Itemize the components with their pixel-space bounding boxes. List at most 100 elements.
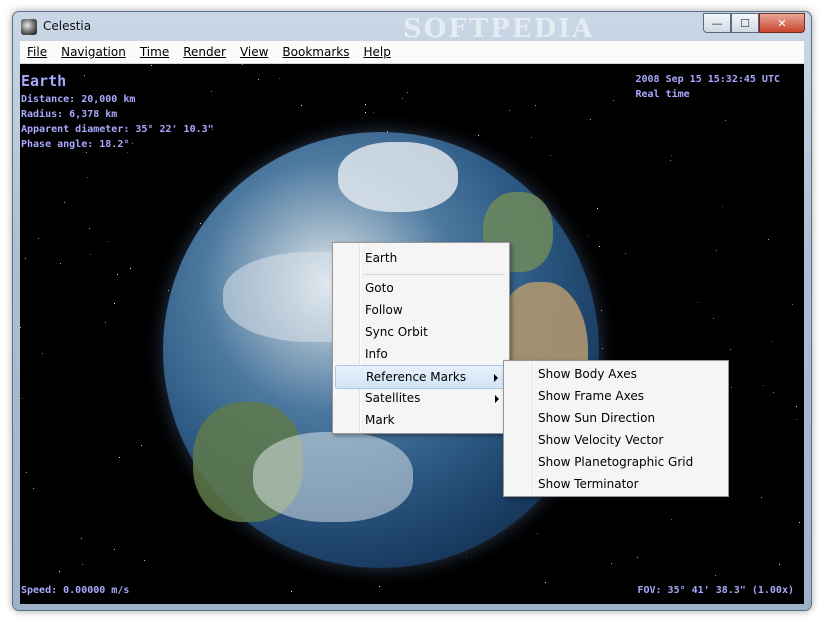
star [242, 64, 243, 65]
star [611, 563, 612, 564]
star [38, 238, 39, 239]
star [716, 250, 717, 251]
ctx-item-earth[interactable]: Earth [335, 247, 507, 269]
ctx-label: Reference Marks [366, 370, 467, 384]
menu-render[interactable]: Render [176, 45, 233, 59]
close-button[interactable]: ✕ [759, 13, 805, 33]
menu-navigation-label: Navigation [61, 45, 126, 59]
maximize-button[interactable]: ☐ [731, 13, 759, 33]
star [730, 349, 731, 350]
menu-help-label: Help [363, 45, 391, 59]
context-menu: Earth Goto Follow Sync Orbit Info Refere… [332, 242, 510, 434]
star [625, 253, 626, 254]
sub-item-terminator[interactable]: Show Terminator [506, 473, 726, 495]
star [545, 582, 546, 583]
star [799, 522, 800, 523]
menu-view-label: View [239, 45, 269, 59]
star [105, 322, 106, 323]
menu-view[interactable]: View [233, 45, 275, 59]
sub-label: Show Terminator [538, 477, 639, 491]
ctx-item-info[interactable]: Info [335, 343, 507, 365]
celestia-window: Celestia SOFTPEDIA — ☐ ✕ File Navigation… [12, 11, 812, 611]
star [792, 304, 793, 305]
sub-item-body-axes[interactable]: Show Body Axes [506, 363, 726, 385]
star [22, 398, 23, 399]
menu-navigation[interactable]: Navigation [54, 45, 133, 59]
star [773, 392, 774, 393]
menu-render-label: Render [183, 45, 226, 59]
hud-apparent-diameter: Apparent diameter: 35° 22' 10.3" [21, 124, 214, 135]
star [509, 110, 510, 111]
sub-label: Show Velocity Vector [538, 433, 664, 447]
ctx-label: Info [365, 347, 388, 361]
star [87, 177, 88, 178]
star [602, 348, 603, 349]
star [796, 419, 797, 420]
ctx-item-satellites[interactable]: Satellites [335, 387, 507, 409]
submenu-arrow-icon [495, 395, 499, 403]
ctx-item-reference-marks[interactable]: Reference Marks [335, 365, 507, 389]
hud-datetime: 2008 Sep 15 15:32:45 UTC [635, 74, 781, 85]
star [59, 571, 60, 572]
minimize-button[interactable]: — [703, 13, 731, 33]
star [590, 119, 591, 120]
hud-phase-angle: Phase angle: 18.2° [21, 139, 130, 150]
title-bar[interactable]: Celestia SOFTPEDIA — ☐ ✕ [13, 12, 811, 44]
sub-item-sun-direction[interactable]: Show Sun Direction [506, 407, 726, 429]
star [200, 223, 201, 224]
space-viewport[interactable]: Earth Distance: 20,000 km Radius: 6,378 … [20, 64, 804, 604]
star [365, 104, 366, 105]
star [365, 112, 366, 113]
star [535, 105, 536, 106]
star [151, 65, 152, 66]
star [768, 239, 769, 240]
star [114, 549, 115, 550]
star [670, 160, 671, 161]
ctx-label: Follow [365, 303, 403, 317]
submenu-arrow-icon [494, 374, 498, 382]
sub-label: Show Planetographic Grid [538, 455, 694, 469]
sub-label: Show Frame Axes [538, 389, 644, 403]
menu-bookmarks[interactable]: Bookmarks [275, 45, 356, 59]
star [407, 92, 408, 93]
ctx-label: Sync Orbit [365, 325, 428, 339]
ctx-item-follow[interactable]: Follow [335, 299, 507, 321]
star [108, 241, 109, 242]
star [141, 445, 142, 446]
star [301, 105, 302, 106]
star [84, 75, 85, 76]
sub-label: Show Sun Direction [538, 411, 656, 425]
ctx-item-mark[interactable]: Mark [335, 409, 507, 431]
reference-marks-submenu: Show Body Axes Show Frame Axes Show Sun … [503, 360, 729, 497]
sub-item-velocity-vector[interactable]: Show Velocity Vector [506, 429, 726, 451]
star [130, 268, 131, 269]
star [291, 591, 292, 592]
ctx-label: Goto [365, 281, 394, 295]
ctx-item-goto[interactable]: Goto [335, 277, 507, 299]
sub-label: Show Body Axes [538, 367, 637, 381]
sub-item-frame-axes[interactable]: Show Frame Axes [506, 385, 726, 407]
star [89, 228, 90, 229]
menu-bar: File Navigation Time Render View Bookmar… [20, 41, 804, 64]
menu-time-label: Time [139, 45, 170, 59]
sub-item-planetographic-grid[interactable]: Show Planetographic Grid [506, 451, 726, 473]
hud-fov: FOV: 35° 41' 38.3" (1.00x) [637, 585, 794, 596]
star [722, 206, 723, 207]
softpedia-watermark: SOFTPEDIA [403, 14, 595, 44]
hud-info: Distance: 20,000 km Radius: 6,378 km App… [21, 92, 214, 152]
menu-bookmarks-label: Bookmarks [282, 45, 350, 59]
ctx-label: Satellites [365, 391, 421, 405]
menu-file[interactable]: File [20, 45, 54, 59]
arctic-ice [338, 142, 458, 212]
menu-help[interactable]: Help [356, 45, 397, 59]
star [671, 155, 672, 156]
star [761, 497, 762, 498]
ctx-item-sync-orbit[interactable]: Sync Orbit [335, 321, 507, 343]
star [402, 98, 403, 99]
star [550, 155, 551, 156]
star [713, 318, 714, 319]
hud-radius: Radius: 6,378 km [21, 109, 118, 120]
star [478, 135, 479, 136]
menu-time[interactable]: Time [133, 45, 176, 59]
app-icon[interactable] [21, 19, 37, 35]
